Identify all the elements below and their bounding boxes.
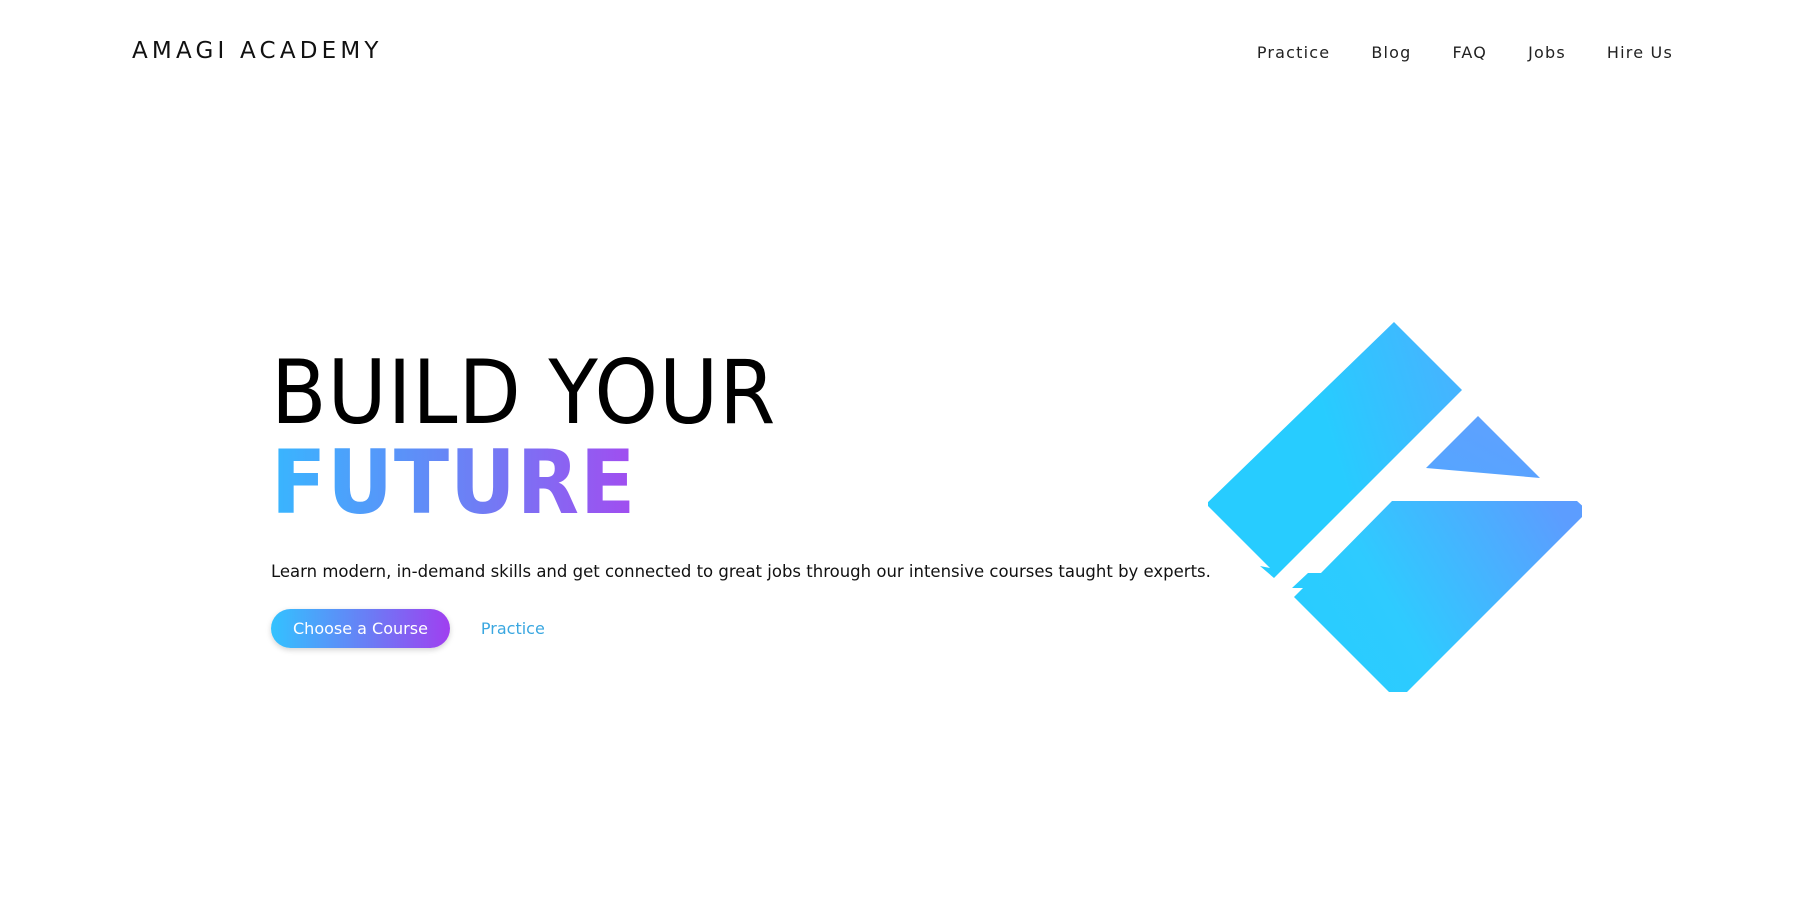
main-nav: Practice Blog FAQ Jobs Hire Us [1257, 43, 1673, 62]
practice-link[interactable]: Practice [481, 619, 545, 638]
brand-logo-text[interactable]: AMAGI ACADEMY [132, 38, 383, 64]
amagi-logo-icon [1208, 322, 1582, 692]
nav-item-hire-us[interactable]: Hire Us [1607, 43, 1673, 62]
landing-page: AMAGI ACADEMY Practice Blog FAQ Jobs Hir… [0, 0, 1804, 900]
nav-item-faq[interactable]: FAQ [1453, 43, 1488, 62]
logo-triangle [1426, 416, 1540, 478]
nav-item-jobs[interactable]: Jobs [1528, 43, 1566, 62]
nav-item-practice[interactable]: Practice [1257, 43, 1331, 62]
choose-course-button[interactable]: Choose a Course [271, 609, 450, 648]
hero-headline-line2: FUTURE [271, 431, 637, 534]
hero-actions: Choose a Course Practice [271, 609, 1211, 648]
nav-item-blog[interactable]: Blog [1371, 43, 1411, 62]
hero-section: BUILD YOUR FUTURE Learn modern, in-deman… [271, 348, 1211, 648]
hero-subtext: Learn modern, in-demand skills and get c… [271, 562, 1211, 581]
hero-headline-line1: BUILD YOUR [271, 341, 777, 444]
logo-slab-lower [1292, 501, 1582, 692]
